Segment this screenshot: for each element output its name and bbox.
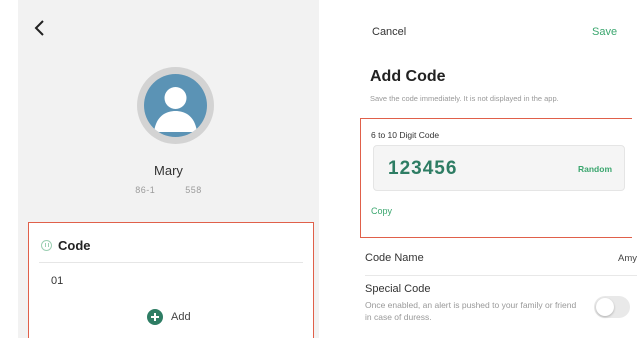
contact-phone: 86-1 558 [135,185,202,195]
user-silhouette-icon [154,87,197,132]
plus-circle-icon [147,309,163,325]
code-input[interactable]: 123456 Random [373,145,625,191]
code-value: 123456 [388,158,458,179]
special-code-label: Special Code [365,283,431,295]
code-list-item[interactable]: 01 [51,275,63,287]
save-button[interactable]: Save [592,26,617,38]
random-button[interactable]: Random [578,164,612,174]
page-title: Add Code [370,68,446,85]
code-name-value: Amy [618,253,637,264]
add-code-button[interactable]: Add [147,309,191,325]
divider [365,275,637,276]
code-entry-section: 6 to 10 Digit Code 123456 Random Copy [360,118,632,238]
digit-code-label: 6 to 10 Digit Code [371,130,440,140]
add-code-panel: Cancel Save Add Code Save the code immed… [352,0,637,338]
add-label: Add [171,311,191,323]
screen: Mary 86-1 558 Code 01 Add Cancel Save Ad… [0,0,637,338]
cancel-button[interactable]: Cancel [372,26,406,38]
code-icon [41,240,52,251]
code-section-title: Code [58,238,91,253]
code-name-row[interactable]: Code Name Amy [365,245,637,275]
code-section-header: Code [41,238,91,253]
page-subtitle: Save the code immediately. It is not dis… [370,94,559,103]
divider [39,262,303,263]
contact-name: Mary [154,163,183,178]
special-code-description: Once enabled, an alert is pushed to your… [365,300,577,322]
code-name-label: Code Name [365,252,424,264]
code-section: Code 01 Add [28,222,314,338]
avatar [137,67,214,144]
special-code-toggle[interactable] [594,296,630,318]
toggle-knob [596,298,614,316]
contact-detail-panel: Mary 86-1 558 Code 01 Add [18,0,319,338]
chevron-left-icon[interactable] [32,18,48,38]
copy-button[interactable]: Copy [371,206,392,216]
